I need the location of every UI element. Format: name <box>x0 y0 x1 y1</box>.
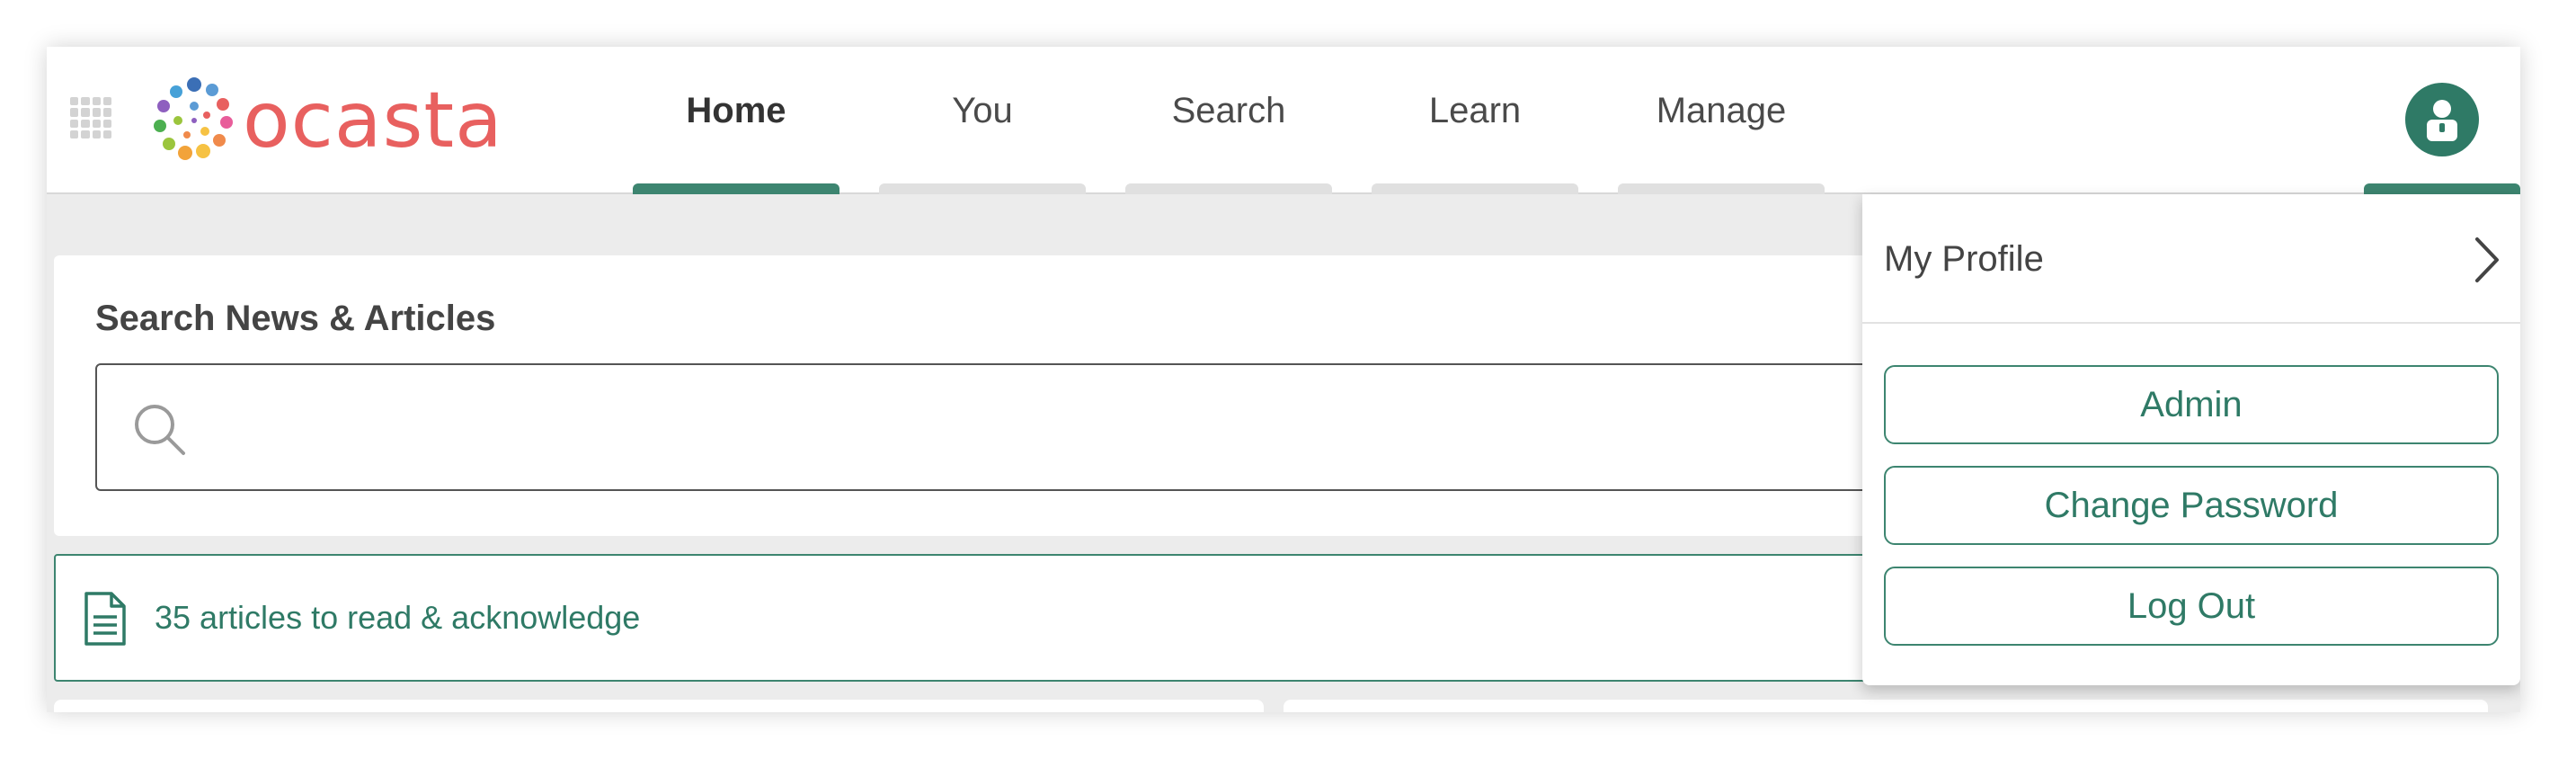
tab-search-indicator <box>1125 183 1332 194</box>
tab-search[interactable]: Search <box>1106 47 1352 194</box>
tab-home[interactable]: Home <box>613 47 859 194</box>
app-window: ocasta Home You Search Learn Manage Sear… <box>47 47 2520 712</box>
content-card-right <box>1284 700 2488 712</box>
profile-dropdown-menu: My Profile Admin Change Password Log Out <box>1862 194 2520 685</box>
content-card-left <box>54 700 1264 712</box>
tab-search-label: Search <box>1171 90 1286 130</box>
avatar-active-indicator <box>2364 183 2520 194</box>
logo-mark-icon <box>154 77 233 160</box>
admin-button[interactable]: Admin <box>1884 365 2499 444</box>
tab-manage-indicator <box>1618 183 1825 194</box>
articles-banner-text: 35 articles to read & acknowledge <box>155 599 641 636</box>
search-icon <box>135 405 185 455</box>
user-avatar-button[interactable] <box>2405 83 2479 156</box>
search-title: Search News & Articles <box>95 299 496 338</box>
tab-you-indicator <box>879 183 1086 194</box>
my-profile-item[interactable]: My Profile <box>1862 194 2520 324</box>
tab-home-label: Home <box>686 90 786 130</box>
chevron-right-icon <box>2475 237 2499 282</box>
tab-learn[interactable]: Learn <box>1352 47 1598 194</box>
tab-you[interactable]: You <box>859 47 1106 194</box>
main-nav: Home You Search Learn Manage <box>613 47 1844 194</box>
tab-learn-indicator <box>1372 183 1578 194</box>
my-profile-label: My Profile <box>1884 239 2044 279</box>
ocasta-logo[interactable]: ocasta <box>151 76 537 165</box>
apps-grid-icon[interactable] <box>70 97 111 138</box>
tab-you-label: You <box>952 90 1013 130</box>
tab-manage[interactable]: Manage <box>1598 47 1844 194</box>
tab-learn-label: Learn <box>1428 90 1522 130</box>
tab-manage-label: Manage <box>1656 90 1787 130</box>
tab-home-indicator <box>633 183 839 194</box>
document-icon <box>84 592 126 646</box>
user-icon <box>2427 100 2457 141</box>
brand-name: ocasta <box>243 76 503 165</box>
change-password-button[interactable]: Change Password <box>1884 466 2499 545</box>
top-bar: ocasta Home You Search Learn Manage <box>47 47 2520 194</box>
log-out-button[interactable]: Log Out <box>1884 567 2499 646</box>
